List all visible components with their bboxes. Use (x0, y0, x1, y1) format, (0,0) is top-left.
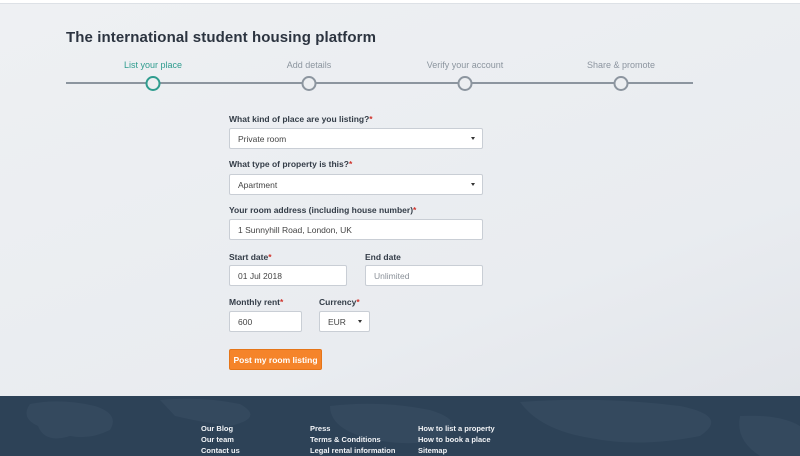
property-type-label-text: What type of property is this? (229, 159, 349, 169)
place-kind-value: Private room (238, 133, 287, 144)
place-kind-label-text: What kind of place are you listing? (229, 114, 370, 124)
chevron-down-icon (358, 320, 362, 323)
start-date-label-text: Start date (229, 252, 269, 262)
footer-column-3: How to list a property How to book a pla… (418, 423, 495, 456)
property-type-value: Apartment (238, 179, 278, 190)
step-label-verify-account[interactable]: Verify your account (427, 60, 504, 70)
monthly-rent-label: Monthly rent* (229, 297, 283, 307)
world-map-background (26, 398, 800, 456)
end-date-input[interactable]: Unlimited (365, 265, 483, 286)
footer-link-press[interactable]: Press (310, 423, 395, 434)
footer-link-list-property[interactable]: How to list a property (418, 423, 495, 434)
chevron-down-icon (471, 137, 475, 140)
end-date-label: End date (365, 252, 401, 262)
footer-link-terms[interactable]: Terms & Conditions (310, 434, 395, 445)
required-mark: * (413, 205, 417, 215)
step-dot-add-details[interactable] (301, 76, 317, 91)
property-type-select[interactable]: Apartment (229, 174, 483, 195)
place-kind-select[interactable]: Private room (229, 128, 483, 149)
address-label: Your room address (including house numbe… (229, 205, 416, 215)
footer-link-team[interactable]: Our team (201, 434, 240, 445)
required-mark: * (348, 159, 353, 169)
property-type-label: What type of property is this?* (229, 159, 352, 169)
step-dot-verify-account[interactable] (457, 76, 473, 91)
currency-value: EUR (328, 316, 346, 327)
required-mark: * (356, 297, 360, 307)
footer: Our Blog Our team Contact us Press Terms… (0, 396, 800, 456)
address-label-text: Your room address (including house numbe… (229, 205, 414, 215)
step-dot-list-your-place[interactable] (145, 76, 161, 91)
page-title: The international student housing platfo… (66, 29, 377, 46)
step-label-list-your-place[interactable]: List your place (124, 60, 182, 70)
address-value: 1 Sunnyhill Road, London, UK (238, 224, 352, 235)
main-content (0, 4, 800, 396)
post-listing-button[interactable]: Post my room listing (229, 349, 322, 370)
footer-link-contact[interactable]: Contact us (201, 445, 240, 456)
step-dot-share-promote[interactable] (613, 76, 629, 91)
place-kind-label: What kind of place are you listing?* (229, 114, 373, 124)
address-input[interactable]: 1 Sunnyhill Road, London, UK (229, 219, 483, 240)
currency-label: Currency* (319, 297, 360, 307)
currency-select[interactable]: EUR (319, 311, 370, 332)
required-mark: * (280, 297, 284, 307)
monthly-rent-input[interactable]: 600 (229, 311, 302, 332)
footer-column-2: Press Terms & Conditions Legal rental in… (310, 423, 395, 456)
footer-link-sitemap[interactable]: Sitemap (418, 445, 495, 456)
start-date-label: Start date* (229, 252, 272, 262)
required-mark: * (369, 114, 373, 124)
footer-column-1: Our Blog Our team Contact us (201, 423, 240, 456)
step-label-share-promote[interactable]: Share & promote (587, 60, 655, 70)
chevron-down-icon (471, 183, 475, 186)
currency-label-text: Currency (319, 297, 357, 307)
footer-link-book-place[interactable]: How to book a place (418, 434, 495, 445)
monthly-rent-value: 600 (238, 316, 253, 327)
start-date-value: 01 Jul 2018 (238, 270, 282, 281)
monthly-rent-label-text: Monthly rent (229, 297, 280, 307)
footer-link-legal[interactable]: Legal rental information (310, 445, 395, 456)
footer-link-blog[interactable]: Our Blog (201, 423, 240, 434)
end-date-placeholder: Unlimited (374, 270, 410, 281)
start-date-input[interactable]: 01 Jul 2018 (229, 265, 347, 286)
required-mark: * (268, 252, 272, 262)
step-label-add-details[interactable]: Add details (287, 60, 332, 70)
